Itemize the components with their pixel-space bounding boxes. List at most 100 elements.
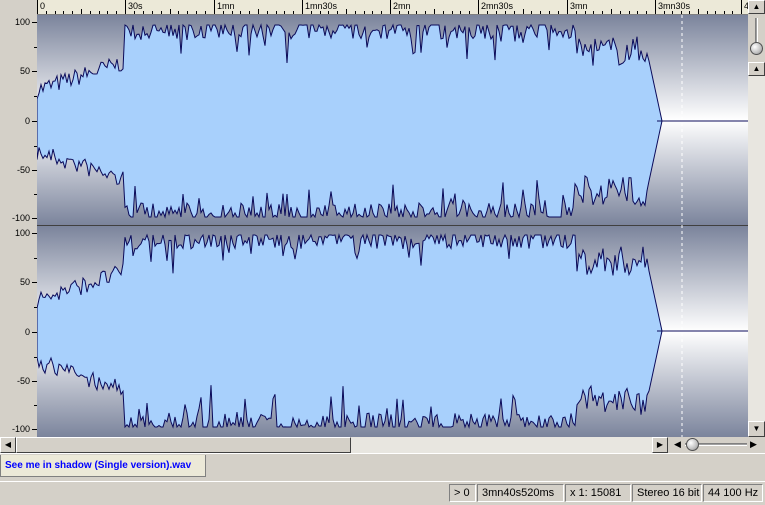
ruler-minor-tick bbox=[116, 11, 118, 14]
ruler-minor-tick bbox=[54, 11, 56, 14]
ruler-minor-tick bbox=[381, 11, 383, 14]
ruler-minor-tick bbox=[558, 11, 560, 14]
horizontal-zoom-thumb[interactable] bbox=[686, 438, 699, 451]
time-ruler[interactable]: 030s1mn1mn30s2mn2mn30s3mn3mn30s4 bbox=[37, 0, 748, 15]
ruler-minor-tick bbox=[81, 9, 82, 14]
status-duration: 3mn40s520ms bbox=[477, 484, 564, 502]
ruler-minor-tick bbox=[715, 11, 717, 14]
arrow-right-icon: ▶ bbox=[656, 440, 664, 449]
ruler-label: 3mn bbox=[570, 1, 588, 11]
ruler-minor-tick bbox=[486, 11, 488, 14]
ruler-tick bbox=[214, 0, 215, 14]
ruler-minor-tick bbox=[425, 11, 427, 14]
ruler-minor-tick bbox=[672, 11, 674, 14]
amplitude-label: 100 bbox=[14, 17, 30, 27]
ruler-minor-tick bbox=[689, 11, 691, 14]
ruler-label: 2mn30s bbox=[481, 1, 514, 11]
ruler-label: 30s bbox=[128, 1, 143, 11]
ruler-label: 3mn30s bbox=[658, 1, 691, 11]
ruler-minor-tick bbox=[205, 11, 207, 14]
arrow-up-icon: ▲ bbox=[752, 64, 761, 73]
amplitude-label: 50 bbox=[19, 277, 30, 287]
ruler-minor-tick bbox=[549, 11, 551, 14]
ruler-minor-tick bbox=[575, 11, 577, 14]
status-bar: > 0 3mn40s520ms x 1: 15081 Stereo 16 bit… bbox=[0, 481, 765, 505]
left-channel-waveform bbox=[37, 23, 663, 219]
ruler-tick bbox=[741, 0, 742, 14]
ruler-minor-tick bbox=[398, 11, 400, 14]
ruler-minor-tick bbox=[240, 11, 242, 14]
ruler-minor-tick bbox=[442, 11, 444, 14]
ruler-minor-tick bbox=[328, 11, 330, 14]
ruler-minor-tick bbox=[133, 11, 135, 14]
amplitude-label: 50 bbox=[19, 66, 30, 76]
scroll-left-button[interactable]: ◀ bbox=[0, 437, 16, 453]
ruler-minor-tick bbox=[584, 11, 586, 14]
zoom-left-icon[interactable]: ◀ bbox=[674, 439, 681, 450]
ruler-minor-tick bbox=[151, 11, 153, 14]
arrow-left-icon: ◀ bbox=[4, 440, 12, 449]
scroll-right-button[interactable]: ▶ bbox=[652, 437, 668, 453]
ruler-minor-tick bbox=[319, 11, 321, 14]
amplitude-label: -50 bbox=[16, 376, 30, 386]
ruler-label: 2mn bbox=[393, 1, 411, 11]
ruler-minor-tick bbox=[593, 11, 595, 14]
ruler-minor-tick bbox=[522, 9, 524, 14]
ruler-minor-tick bbox=[663, 11, 665, 14]
ruler-minor-tick bbox=[723, 11, 725, 14]
horizontal-scroll-thumb[interactable] bbox=[16, 437, 351, 453]
ruler-minor-tick bbox=[249, 11, 251, 14]
ruler-minor-tick bbox=[372, 11, 374, 14]
amplitude-label: 0 bbox=[24, 116, 30, 126]
ruler-minor-tick bbox=[416, 11, 418, 14]
ruler-minor-tick bbox=[434, 9, 435, 14]
ruler-tick bbox=[567, 0, 568, 14]
ruler-minor-tick bbox=[45, 11, 47, 14]
ruler-minor-tick bbox=[407, 11, 409, 14]
vertical-zoom-thumb[interactable] bbox=[750, 42, 763, 55]
amplitude-axis-right-channel: 100 50 0 -50 -100 bbox=[0, 226, 37, 437]
ruler-minor-tick bbox=[222, 11, 224, 14]
ruler-minor-tick bbox=[284, 11, 286, 14]
ruler-tick bbox=[390, 0, 391, 14]
ruler-minor-tick bbox=[637, 11, 639, 14]
file-tab[interactable]: See me in shadow (Single version).wav bbox=[0, 455, 206, 477]
file-tab-label: See me in shadow (Single version).wav bbox=[5, 460, 192, 471]
ruler-label: 0 bbox=[40, 1, 46, 11]
ruler-minor-tick bbox=[451, 11, 453, 14]
ruler-minor-tick bbox=[646, 11, 648, 14]
horizontal-zoom-control: ◀ ▶ bbox=[668, 437, 765, 453]
amplitude-label: 100 bbox=[14, 228, 30, 238]
ruler-minor-tick bbox=[602, 11, 604, 14]
ruler-minor-tick bbox=[178, 11, 180, 14]
ruler-minor-tick bbox=[160, 11, 162, 14]
ruler-minor-tick bbox=[619, 11, 621, 14]
ruler-minor-tick bbox=[504, 11, 506, 14]
ruler-minor-tick bbox=[98, 11, 100, 14]
ruler-minor-tick bbox=[196, 11, 198, 14]
arrow-up-icon: ▲ bbox=[752, 2, 761, 11]
ruler-minor-tick bbox=[266, 11, 268, 14]
scroll-up-small-button[interactable]: ▲ bbox=[748, 62, 765, 76]
amplitude-axis-left-channel: 100 50 0 -50 -100 bbox=[0, 15, 37, 226]
ruler-minor-tick bbox=[310, 11, 312, 14]
status-position: > 0 bbox=[449, 484, 476, 502]
ruler-minor-tick bbox=[142, 11, 144, 14]
ruler-minor-tick bbox=[513, 11, 515, 14]
ruler-minor-tick bbox=[72, 11, 74, 14]
status-format: Stereo 16 bit bbox=[632, 484, 702, 502]
status-zoom: x 1: 15081 bbox=[565, 484, 631, 502]
scroll-up-button[interactable]: ▲ bbox=[748, 0, 765, 14]
arrow-down-icon: ▼ bbox=[752, 424, 761, 433]
waveform-view[interactable] bbox=[37, 15, 748, 437]
ruler-tick bbox=[302, 0, 303, 14]
ruler-minor-tick bbox=[540, 11, 542, 14]
horizontal-scrollbar[interactable]: ◀ ▶ bbox=[0, 437, 668, 453]
scroll-down-button[interactable]: ▼ bbox=[748, 421, 765, 437]
vertical-zoom-track[interactable] bbox=[755, 18, 758, 44]
vertical-scroll-track[interactable] bbox=[748, 76, 765, 421]
zoom-right-icon[interactable]: ▶ bbox=[750, 439, 757, 450]
ruler-minor-tick bbox=[698, 9, 699, 14]
amplitude-label: -50 bbox=[16, 165, 30, 175]
ruler-minor-tick bbox=[706, 11, 708, 14]
